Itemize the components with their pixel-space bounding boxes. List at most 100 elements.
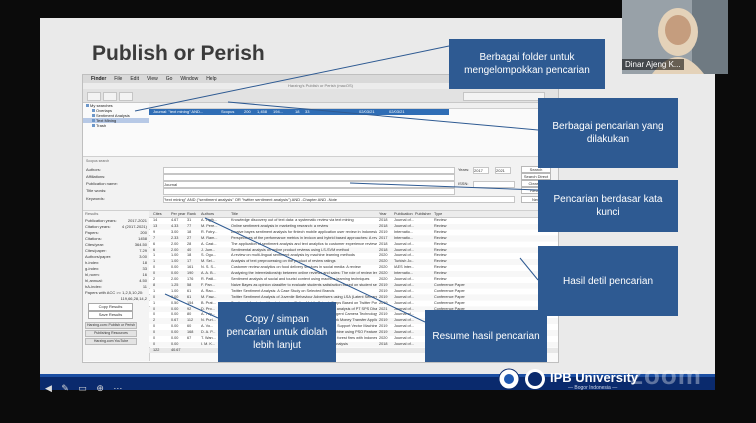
metric-key: hI,norm: — [85, 272, 100, 277]
table-row[interactable]: 0 0.00 61 M. Faw... Twitter Sentiment Analys… — [149, 294, 558, 301]
metric-key: Papers: — [85, 230, 99, 235]
table-cell: 1 — [153, 288, 156, 293]
table-row[interactable]: 2 2.00 176 R. Patil... Sentiment analysis of… — [149, 277, 558, 283]
table-row[interactable]: 14 4.67 31 A. Ligth... Knowledge discovery o… — [149, 218, 558, 224]
save-results-button[interactable]: Save Results — [88, 311, 133, 319]
folder-icon — [92, 119, 95, 122]
query-last-search: 02/03/21 — [359, 109, 375, 114]
pen-icon[interactable]: ✎ — [61, 383, 69, 394]
table-cell: 2018 — [379, 241, 388, 246]
folder-icon — [86, 104, 89, 107]
toolbar-search-input[interactable] — [463, 92, 545, 101]
column-header[interactable]: Publisher — [415, 211, 433, 217]
query-row-selected[interactable]: Journal: "text mining" AND... Scopus 200… — [149, 109, 449, 115]
table-row[interactable]: 10.50154B. Prat...Sentiment Analysis of … — [149, 300, 558, 307]
authors-label: Authors: — [86, 167, 101, 172]
table-cell: Twitter Sentiment Analysis of Juvenile B… — [231, 294, 377, 299]
menu-item-view[interactable]: View — [147, 76, 158, 82]
table-row[interactable]: 1 1.00 18 S. Ogu... A review on multi-lingua… — [149, 253, 558, 259]
ipb-logo-subtext: — Bogor Indonesia — — [568, 385, 618, 391]
authors-field[interactable] — [163, 167, 455, 174]
table-cell: 2017 — [379, 235, 388, 240]
table-cell: Journal of... — [394, 294, 414, 299]
year-to-field[interactable]: 2021 — [495, 167, 511, 174]
zoom-glass-icon[interactable]: ⊕ — [96, 383, 104, 394]
menu-item-window[interactable]: Window — [180, 76, 198, 82]
table-cell: 58 — [187, 282, 192, 287]
column-header[interactable]: Authors — [201, 211, 229, 217]
table-row[interactable]: 8 1.25 58 F. Pan... Naive Bayes as opinion c… — [149, 282, 558, 289]
table-cell: 2019 — [379, 330, 388, 335]
table-cell: 40 — [187, 247, 192, 252]
query-g: 33 — [305, 109, 310, 114]
table-row[interactable]: 13 4.33 77 M. Pere... Online sentiment analy… — [149, 223, 558, 230]
folder-item[interactable]: Trash — [83, 123, 149, 128]
column-header[interactable]: Title — [231, 211, 377, 217]
column-header[interactable]: Publication — [394, 211, 414, 217]
affiliations-label: Affiliations: — [86, 174, 106, 179]
table-cell: R. Patil... — [201, 277, 217, 281]
table-cell: A. Ligth... — [201, 218, 218, 222]
table-row[interactable]: 7 2.33 27 M. Ram... Perspectives of the perf… — [149, 235, 558, 242]
callout-keywords: Pencarian berdasar kata kunci — [538, 180, 678, 232]
table-cell: Review — [434, 241, 447, 246]
table-cell: 2020 — [379, 259, 388, 264]
publishing-resources-button[interactable]: Publishing Resources — [85, 330, 137, 337]
search-panel: Scopus search Authors: Affiliations: Pub… — [83, 156, 558, 211]
column-header[interactable]: Rank — [187, 211, 200, 217]
table-row[interactable]: 6 2.00 28 A. Cast... The application of sent… — [149, 241, 558, 248]
harzing-link-button[interactable]: Harzing.com: Publish or Perish — [85, 322, 137, 329]
search-direct-button[interactable]: Search Direct — [521, 173, 551, 180]
table-cell: 154 — [187, 300, 194, 305]
table-row[interactable]: 6 2.00 40 J. Jum... Sentimental analysis on … — [149, 247, 558, 254]
affiliations-field[interactable] — [163, 174, 455, 181]
table-cell: 9 — [153, 229, 156, 234]
title-words-field[interactable] — [163, 188, 455, 195]
table-cell: 2020 — [379, 271, 388, 276]
table-row[interactable]: 0 0.00 161 N. S. S... Customer review analyt… — [149, 265, 558, 271]
metric-key: Publication years: — [85, 218, 117, 223]
metric-key: Cites/year: — [85, 242, 105, 247]
table-cell: 1 — [153, 259, 156, 264]
table-cell: 60 — [187, 324, 192, 329]
table-cell: 176 — [187, 277, 194, 281]
table-cell: 2018 — [379, 218, 388, 222]
results-table-header: Cites Per year Rank Authors Title Year Publica… — [149, 211, 558, 218]
slides-icon[interactable]: ▭ — [78, 383, 87, 394]
participant-video[interactable]: Dinar Ajeng K... — [622, 0, 728, 74]
table-cell: Journal of... — [394, 223, 414, 228]
table-row[interactable]: 0 0.00 190 A. A. B... Analyzing the interrel… — [149, 271, 558, 277]
menu-item-go[interactable]: Go — [166, 76, 173, 82]
folder-button[interactable] — [103, 92, 117, 101]
column-header[interactable]: Type — [434, 211, 494, 217]
delete-button[interactable] — [119, 92, 133, 101]
menu-item-edit[interactable]: Edit — [130, 76, 139, 82]
more-icon[interactable]: ⋯ — [113, 383, 122, 394]
publication-field[interactable]: Journal — [163, 181, 455, 188]
table-cell: 28 — [187, 241, 192, 246]
table-cell: Review — [434, 223, 447, 228]
table-cell: Conference Paper — [434, 294, 465, 299]
youtube-button[interactable]: Harzing.com YouTube — [85, 338, 137, 345]
annotation-tools: ◀ ✎ ▭ ⊕ ⋯ — [40, 378, 122, 393]
column-header[interactable]: Cites — [153, 211, 169, 217]
menu-item-finder[interactable]: Finder — [91, 76, 106, 82]
table-cell: Perspectives of the performance metrics … — [231, 235, 377, 240]
arrow-back-icon[interactable]: ◀ — [45, 383, 52, 394]
keywords-field[interactable]: "text mining" AND ("sentiment analysis" … — [163, 196, 515, 203]
metric-key: hI,annual: — [85, 278, 103, 283]
copy-results-button[interactable]: Copy Results — [88, 303, 133, 311]
table-row[interactable]: 1 1.00 17 M. Sel... Analysis of text preproc… — [149, 259, 558, 265]
menu-item-file[interactable]: File — [114, 76, 122, 82]
table-cell: 2.33 — [171, 235, 179, 240]
title-words-label: Title words: — [86, 188, 107, 193]
table-row[interactable]: 1 1.00 61 A. Rao... Twitter Sentiment Analys… — [149, 288, 558, 295]
table-row[interactable]: 9 3.00 18 R. Fotry... A naive bayes sentimen… — [149, 229, 558, 236]
new-search-button[interactable] — [87, 92, 101, 101]
column-header[interactable]: Per year — [171, 211, 186, 217]
menu-item-help[interactable]: Help — [206, 76, 216, 82]
issn-field[interactable] — [473, 181, 515, 188]
metric-key: Citation years: — [85, 224, 111, 229]
year-from-field[interactable]: 2017 — [473, 167, 489, 174]
column-header[interactable]: Year — [379, 211, 393, 217]
